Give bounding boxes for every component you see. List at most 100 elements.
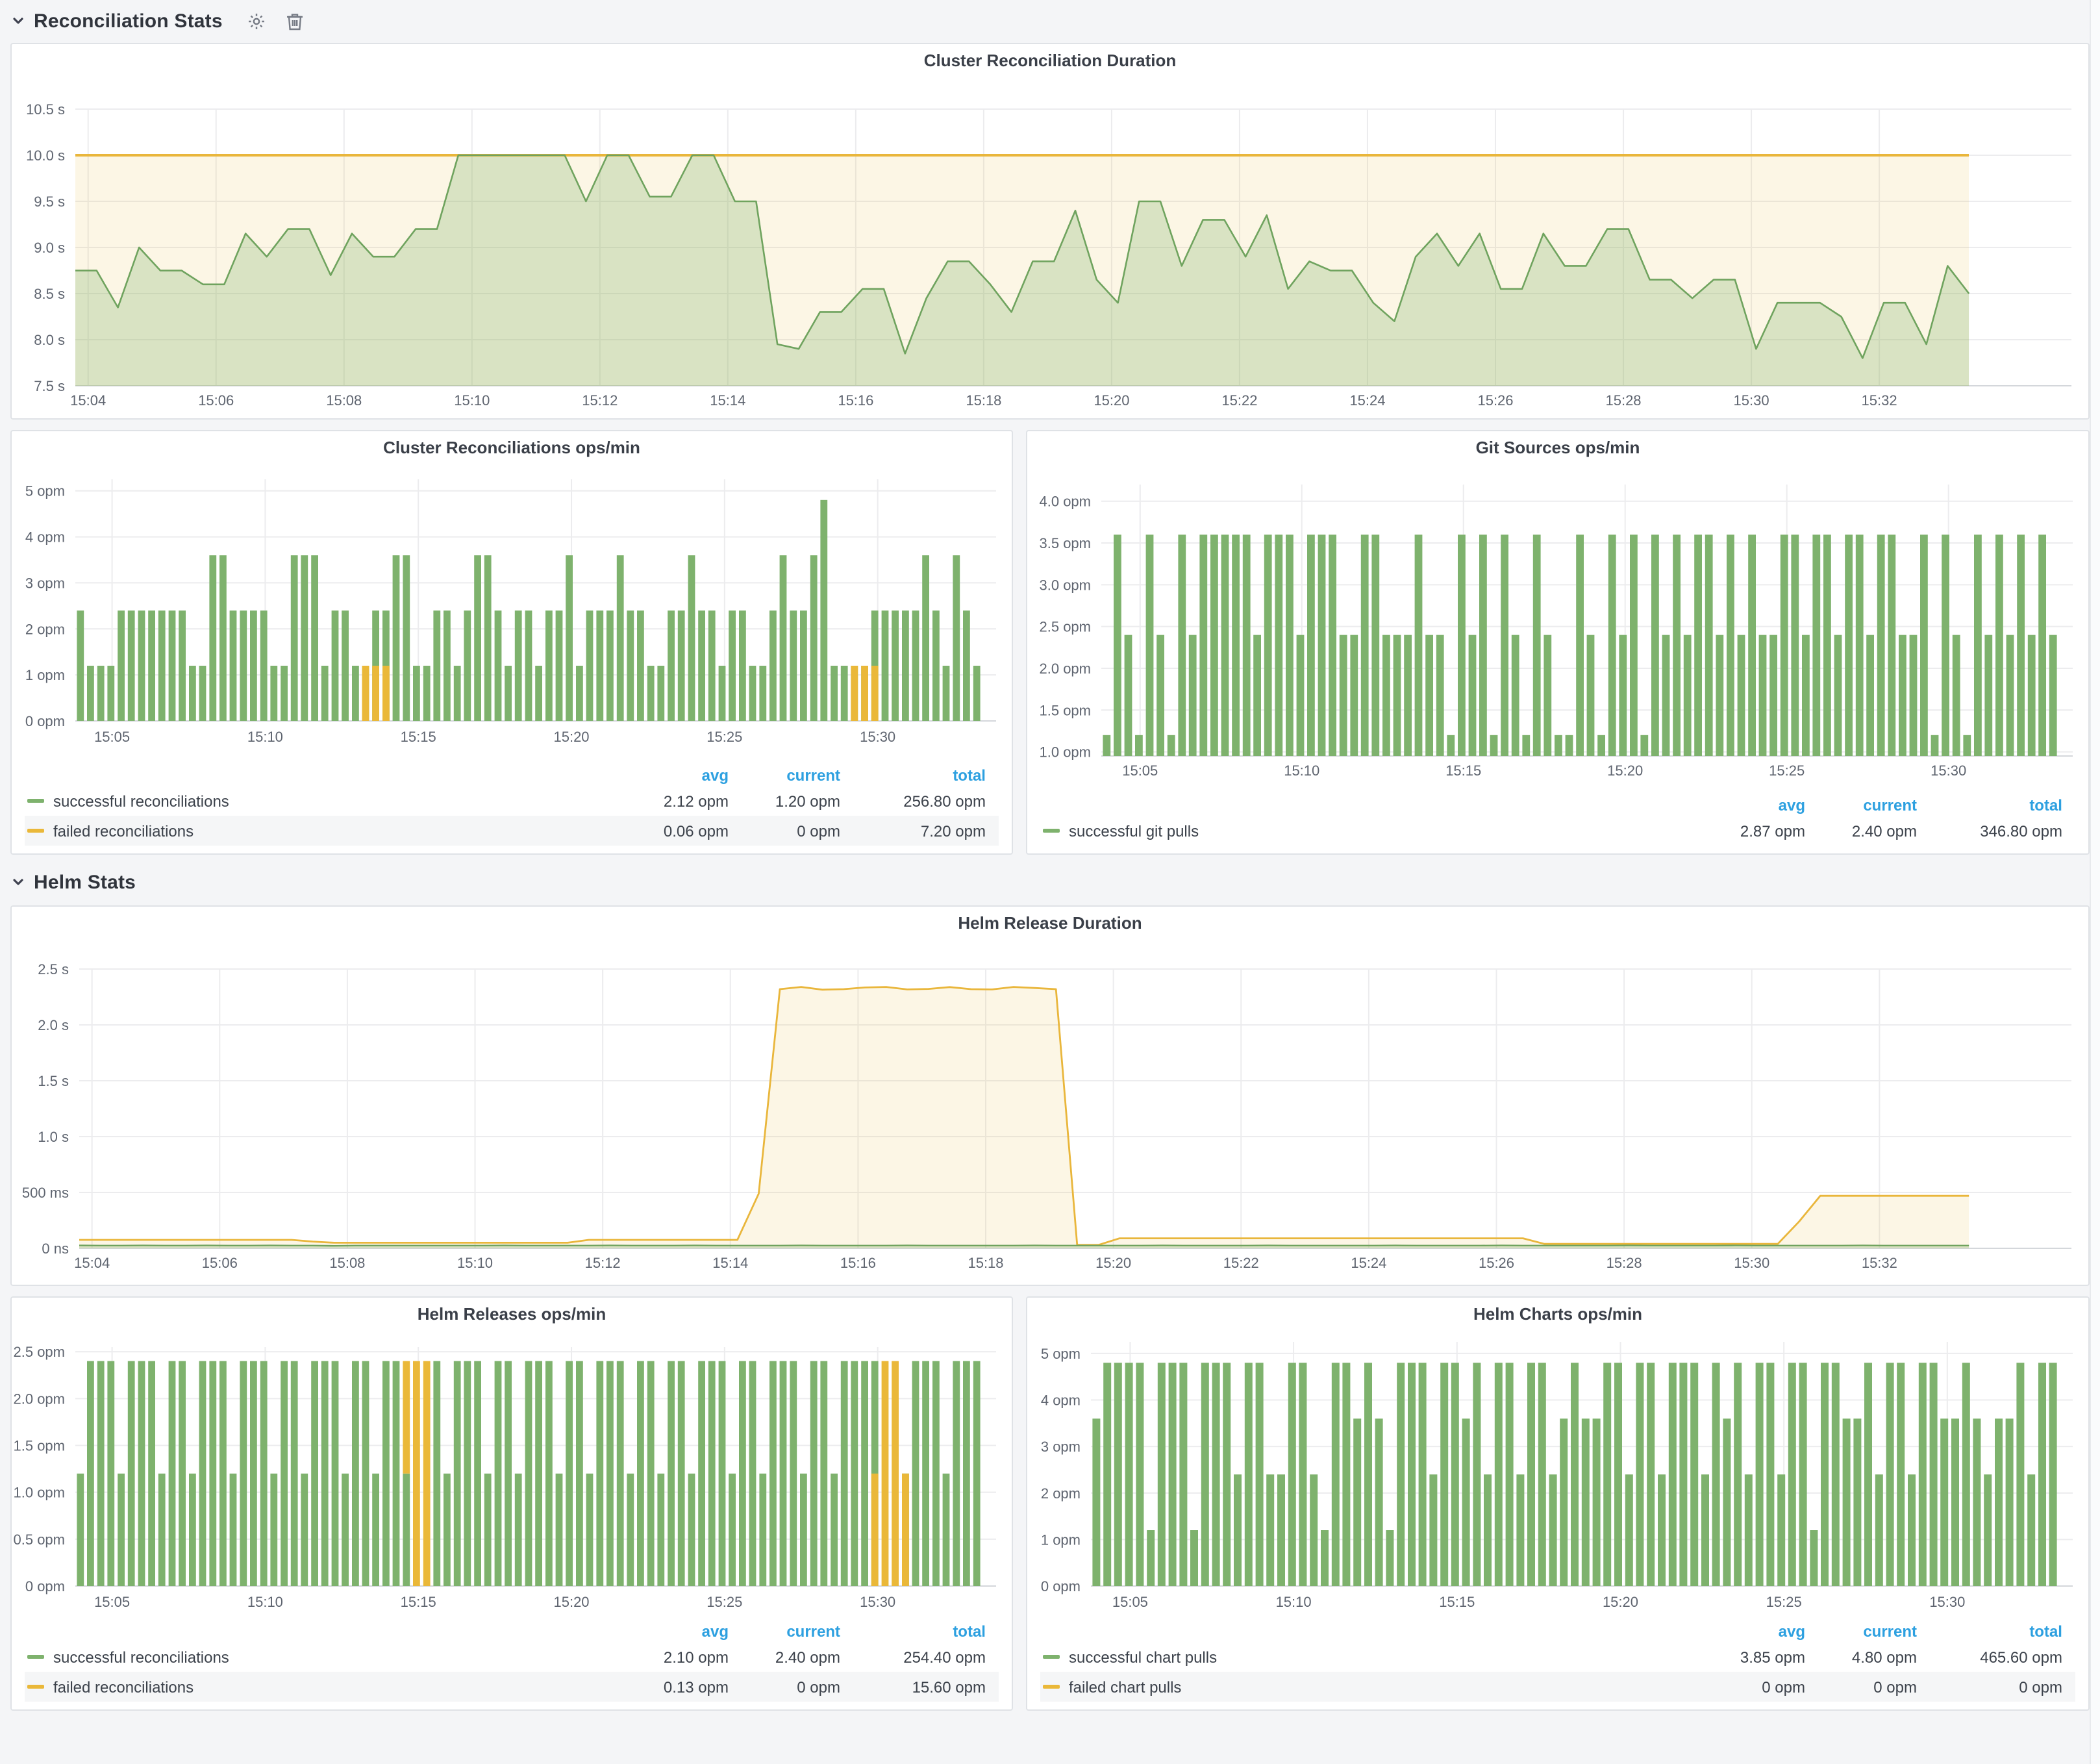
series-color-dash-icon (27, 1655, 44, 1659)
svg-text:15:08: 15:08 (326, 392, 362, 409)
svg-text:15:30: 15:30 (860, 729, 895, 745)
legend-value-current: 0 opm (1808, 1672, 1919, 1702)
section-title: Helm Stats (34, 871, 136, 893)
section-title: Reconciliation Stats (34, 10, 223, 32)
series-color-dash-icon (1043, 1655, 1060, 1659)
legend-sort-current[interactable]: current (731, 1621, 843, 1642)
svg-text:5 opm: 5 opm (1041, 1346, 1081, 1362)
svg-text:15:25: 15:25 (706, 729, 742, 745)
legend-sort-total[interactable]: total (1919, 795, 2075, 816)
panel-cluster-reconciliation-duration: Cluster Reconciliation Duration 10.5 s10… (10, 43, 2090, 420)
legend-row: successful reconciliations2.12 opm1.20 o… (25, 786, 999, 816)
section-helm-stats[interactable]: Helm Stats (10, 868, 136, 896)
legend-row: successful git pulls2.87 opm2.40 opm346.… (1040, 816, 2075, 846)
svg-text:2.0 opm: 2.0 opm (14, 1391, 66, 1407)
legend-sort-current[interactable]: current (1808, 1621, 1919, 1642)
legend-row: successful chart pulls3.85 opm4.80 opm46… (1040, 1642, 2075, 1672)
svg-text:15:25: 15:25 (1769, 762, 1805, 779)
svg-text:15:15: 15:15 (1445, 762, 1481, 779)
svg-text:15:12: 15:12 (585, 1255, 621, 1271)
panel-git-sources-opm: Git Sources ops/min 4.0 opm3.5 opm3.0 op… (1026, 430, 2090, 855)
legend-value-total: 254.40 opm (843, 1642, 999, 1672)
svg-text:15:10: 15:10 (1276, 1594, 1312, 1610)
legend-series-toggle[interactable]: failed reconciliations (27, 1678, 617, 1696)
legend-sort-avg[interactable]: avg (1696, 795, 1808, 816)
legend-sort-avg[interactable]: avg (619, 1621, 731, 1642)
svg-text:15:10: 15:10 (1284, 762, 1319, 779)
legend-row: failed reconciliations0.06 opm0 opm7.20 … (25, 816, 999, 846)
svg-text:15:05: 15:05 (94, 1594, 130, 1610)
legend-value-avg: 0.13 opm (619, 1672, 731, 1702)
legend: avgcurrenttotalsuccessful chart pulls3.8… (1040, 1621, 2075, 1702)
legend-series-toggle[interactable]: successful git pulls (1043, 822, 1694, 840)
legend-value-total: 15.60 opm (843, 1672, 999, 1702)
legend-sort-total[interactable]: total (1919, 1621, 2075, 1642)
legend-series-toggle[interactable]: successful chart pulls (1043, 1648, 1694, 1666)
legend: avgcurrenttotal successful reconciliation… (25, 765, 999, 846)
legend-sort-total[interactable]: total (843, 765, 999, 786)
svg-text:15:10: 15:10 (247, 1594, 283, 1610)
line-chart-helm-release-duration[interactable]: 2.5 s2.0 s1.5 s1.0 s500 ms0 ns15:0415:06… (12, 907, 2088, 1285)
svg-text:15:14: 15:14 (710, 392, 745, 409)
svg-text:15:06: 15:06 (202, 1255, 238, 1271)
legend-series-toggle[interactable]: successful reconciliations (27, 792, 617, 810)
trash-icon[interactable] (285, 10, 306, 31)
panel-helm-release-duration: Helm Release Duration 2.5 s2.0 s1.5 s1.0… (10, 905, 2090, 1286)
svg-text:15:15: 15:15 (1439, 1594, 1475, 1610)
svg-text:2 opm: 2 opm (1041, 1485, 1081, 1502)
svg-text:15:12: 15:12 (582, 392, 618, 409)
series-name: failed reconciliations (53, 1678, 194, 1696)
gear-icon[interactable] (246, 10, 267, 31)
series-name: successful reconciliations (53, 1648, 229, 1666)
svg-text:15:30: 15:30 (1931, 762, 1966, 779)
bar-chart-git-sources[interactable]: 4.0 opm3.5 opm3.0 opm2.5 opm2.0 opm1.5 o… (1027, 431, 2088, 853)
svg-text:15:30: 15:30 (1734, 392, 1769, 409)
series-name: failed reconciliations (53, 822, 194, 840)
legend-value-total: 256.80 opm (843, 786, 999, 816)
svg-text:15:30: 15:30 (860, 1594, 895, 1610)
dashboard: Reconciliation Stats Cluster Reconciliat… (0, 0, 2100, 1764)
legend-sort-avg[interactable]: avg (619, 765, 731, 786)
svg-text:15:15: 15:15 (401, 729, 436, 745)
legend-value-avg: 0.06 opm (619, 816, 731, 846)
legend-header-row: avgcurrenttotal (25, 765, 999, 786)
svg-text:2 opm: 2 opm (25, 621, 65, 637)
svg-text:15:06: 15:06 (198, 392, 234, 409)
svg-text:9.0 s: 9.0 s (34, 240, 65, 256)
svg-text:2.5 opm: 2.5 opm (14, 1344, 66, 1360)
legend-sort-current[interactable]: current (1808, 795, 1919, 816)
svg-text:4 opm: 4 opm (1041, 1392, 1081, 1409)
scrollbar[interactable] (2090, 0, 2100, 1764)
series-color-dash-icon (27, 829, 44, 833)
series-name: successful reconciliations (53, 792, 229, 810)
legend-sort-avg[interactable]: avg (1696, 1621, 1808, 1642)
section-reconciliation-stats[interactable]: Reconciliation Stats (10, 6, 306, 35)
svg-text:15:24: 15:24 (1349, 392, 1385, 409)
legend-value-avg: 2.12 opm (619, 786, 731, 816)
svg-text:15:25: 15:25 (1766, 1594, 1802, 1610)
legend-sort-total[interactable]: total (843, 1621, 999, 1642)
svg-text:0 opm: 0 opm (25, 713, 65, 729)
legend-value-avg: 0 opm (1696, 1672, 1808, 1702)
chevron-down-icon (10, 874, 26, 890)
svg-text:1.0 opm: 1.0 opm (14, 1485, 66, 1501)
svg-text:5 opm: 5 opm (25, 483, 65, 499)
legend-value-total: 7.20 opm (843, 816, 999, 846)
svg-text:15:22: 15:22 (1221, 392, 1257, 409)
svg-text:15:20: 15:20 (1607, 762, 1643, 779)
svg-text:15:22: 15:22 (1223, 1255, 1259, 1271)
svg-text:15:10: 15:10 (454, 392, 490, 409)
svg-text:15:20: 15:20 (1094, 392, 1129, 409)
legend-value-avg: 2.87 opm (1696, 816, 1808, 846)
legend-value-total: 346.80 opm (1919, 816, 2075, 846)
legend-value-current: 0 opm (731, 1672, 843, 1702)
legend-series-toggle[interactable]: successful reconciliations (27, 1648, 617, 1666)
svg-text:15:32: 15:32 (1862, 1255, 1897, 1271)
series-color-dash-icon (1043, 1685, 1060, 1689)
legend-sort-current[interactable]: current (731, 765, 843, 786)
legend-series-toggle[interactable]: failed reconciliations (27, 822, 617, 840)
series-color-dash-icon (1043, 829, 1060, 833)
legend-header-row: avgcurrenttotal (25, 1621, 999, 1642)
line-chart-cluster-reconciliation-duration[interactable]: 10.5 s10.0 s9.5 s9.0 s8.5 s8.0 s7.5 s15:… (12, 44, 2088, 418)
legend-series-toggle[interactable]: failed chart pulls (1043, 1678, 1694, 1696)
